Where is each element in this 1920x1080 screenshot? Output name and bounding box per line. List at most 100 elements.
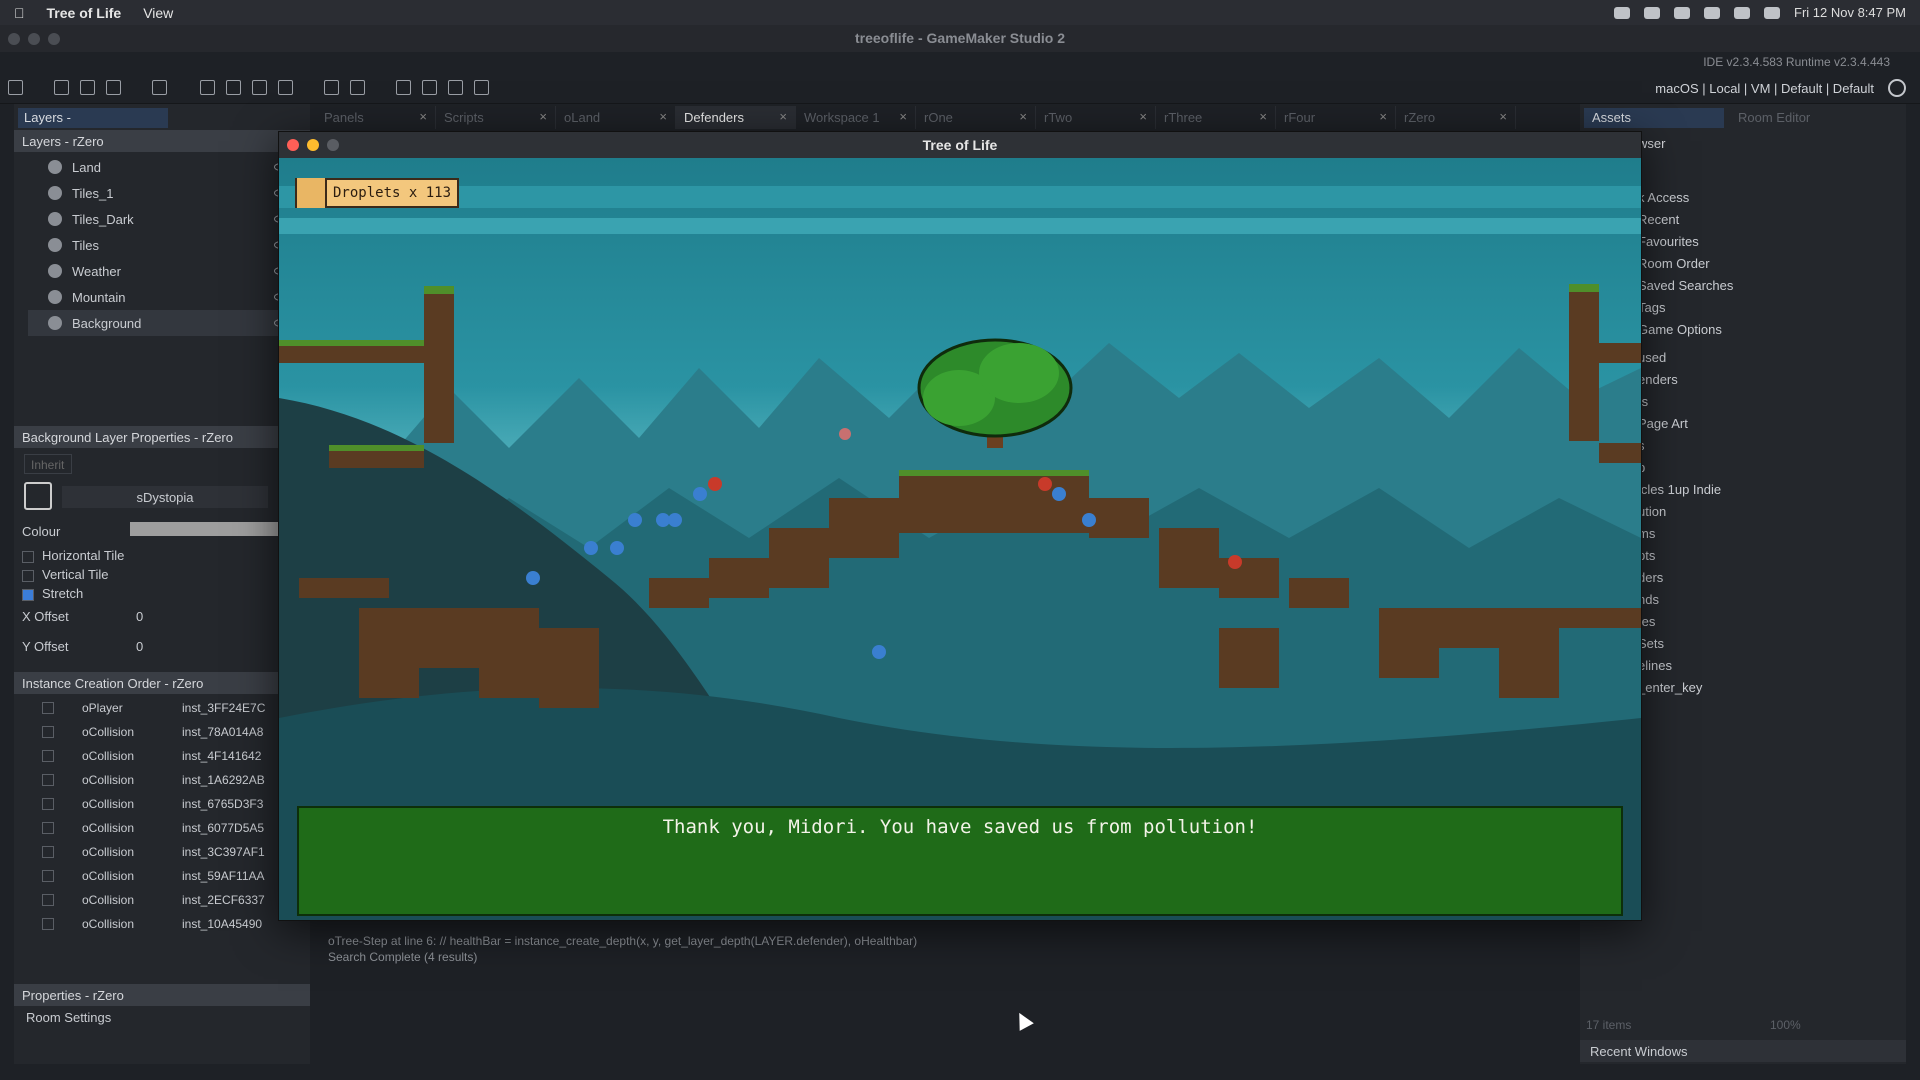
stretch-checkbox[interactable]: Stretch xyxy=(22,586,83,601)
minimize-icon[interactable] xyxy=(307,139,319,151)
instance-checkbox[interactable] xyxy=(42,894,54,906)
battery-icon[interactable] xyxy=(1764,6,1780,19)
game-scene[interactable]: Droplets x 113 Thank you, Midori. You ha… xyxy=(279,158,1641,920)
asset-item[interactable]: elines xyxy=(1638,658,1672,673)
tab-layers[interactable]: Layers - xyxy=(18,108,168,128)
game-icon[interactable] xyxy=(1674,6,1690,19)
clean-icon[interactable] xyxy=(278,80,293,95)
instance-row[interactable]: oCollision inst_59AF11AA xyxy=(42,864,302,888)
app-menu[interactable]: Tree of Life xyxy=(47,5,122,21)
view-menu[interactable]: View xyxy=(143,5,173,21)
instance-row[interactable]: oCollision inst_1A6292AB xyxy=(42,768,302,792)
close-icon[interactable]: × xyxy=(1379,109,1387,124)
instance-checkbox[interactable] xyxy=(42,798,54,810)
room-settings-header[interactable]: Room Settings xyxy=(26,1010,111,1025)
zoom-icon[interactable] xyxy=(327,139,339,151)
tab-assets[interactable]: Assets xyxy=(1584,108,1724,128)
grid-icon[interactable] xyxy=(474,80,489,95)
close-icon[interactable]: × xyxy=(659,109,667,124)
inherit-button[interactable]: Inherit xyxy=(24,454,72,474)
asset-item[interactable]: Room Order xyxy=(1638,256,1710,271)
instance-row[interactable]: oCollision inst_6077D5A5 xyxy=(42,816,302,840)
record-icon[interactable] xyxy=(1614,6,1630,19)
instance-checkbox[interactable] xyxy=(42,726,54,738)
tab-workspace-1[interactable]: Workspace 1 × xyxy=(796,106,916,129)
tab-room-editor[interactable]: Room Editor xyxy=(1738,110,1810,125)
zoom-level[interactable]: 100% xyxy=(1770,1018,1801,1032)
vertical-tile-checkbox[interactable]: Vertical Tile xyxy=(22,567,108,582)
close-icon[interactable]: × xyxy=(779,109,787,124)
asset-item[interactable]: k Access xyxy=(1638,190,1689,205)
asset-item[interactable]: Recent xyxy=(1638,212,1679,227)
open-icon[interactable] xyxy=(80,80,95,95)
sprite-preview[interactable] xyxy=(24,482,52,510)
cloud-icon[interactable] xyxy=(1644,6,1660,19)
gear-icon[interactable] xyxy=(1888,79,1906,97)
asset-item[interactable]: Page Art xyxy=(1638,416,1688,431)
stop-icon[interactable] xyxy=(252,80,267,95)
instance-row[interactable]: oCollision inst_6765D3F3 xyxy=(42,792,302,816)
zoom-reset-icon[interactable] xyxy=(422,80,437,95)
close-icon[interactable]: × xyxy=(1259,109,1267,124)
asset-item[interactable]: _enter_key xyxy=(1638,680,1702,695)
settings-icon[interactable] xyxy=(324,80,339,95)
instance-row[interactable]: oPlayer inst_3FF24E7C xyxy=(42,696,302,720)
help-icon[interactable] xyxy=(350,80,365,95)
horizontal-tile-checkbox[interactable]: Horizontal Tile xyxy=(22,548,124,563)
asset-item[interactable]: enders xyxy=(1638,372,1678,387)
instance-row[interactable]: oCollision inst_4F141642 xyxy=(42,744,302,768)
close-icon[interactable] xyxy=(8,33,20,45)
close-icon[interactable] xyxy=(287,139,299,151)
target-selector[interactable]: macOS | Local | VM | Default | Default xyxy=(1655,81,1874,96)
x-offset-field[interactable]: 0 xyxy=(136,609,143,624)
clock[interactable]: Fri 12 Nov 8:47 PM xyxy=(1794,5,1906,20)
game-window[interactable]: Tree of Life Droplets x 113 Thank you, M… xyxy=(278,131,1642,921)
save-icon[interactable] xyxy=(106,80,121,95)
instance-checkbox[interactable] xyxy=(42,846,54,858)
recent-windows[interactable]: Recent Windows xyxy=(1580,1040,1906,1062)
y-offset-field[interactable]: 0 xyxy=(136,639,143,654)
instance-checkbox[interactable] xyxy=(42,918,54,930)
asset-item[interactable]: Game Options xyxy=(1638,322,1722,337)
instance-checkbox[interactable] xyxy=(42,822,54,834)
layer-weather[interactable]: Weather xyxy=(28,258,288,284)
tab-scripts[interactable]: Scripts × xyxy=(436,106,556,129)
close-icon[interactable]: × xyxy=(1019,109,1027,124)
tab-rtwo[interactable]: rTwo × xyxy=(1036,106,1156,129)
asset-item[interactable]: icles 1up Indie xyxy=(1638,482,1721,497)
debug-icon[interactable] xyxy=(200,80,215,95)
instance-row[interactable]: oCollision inst_10A45490 xyxy=(42,912,302,936)
zoom-icon[interactable] xyxy=(48,33,60,45)
layer-land[interactable]: Land xyxy=(28,154,288,180)
asset-item[interactable]: Saved Searches xyxy=(1638,278,1733,293)
instance-row[interactable]: oCollision inst_78A014A8 xyxy=(42,720,302,744)
zoom-in-icon[interactable] xyxy=(448,80,463,95)
close-icon[interactable]: × xyxy=(1499,109,1507,124)
instance-row[interactable]: oCollision inst_3C397AF1 xyxy=(42,840,302,864)
run-icon[interactable] xyxy=(226,80,241,95)
instance-checkbox[interactable] xyxy=(42,870,54,882)
tab-oland[interactable]: oLand × xyxy=(556,106,676,129)
instance-checkbox[interactable] xyxy=(42,750,54,762)
layer-tiles-1[interactable]: Tiles_1 xyxy=(28,180,288,206)
tab-rthree[interactable]: rThree × xyxy=(1156,106,1276,129)
asset-item[interactable]: used xyxy=(1638,350,1666,365)
tab-rfour[interactable]: rFour × xyxy=(1276,106,1396,129)
close-icon[interactable]: × xyxy=(419,109,427,124)
close-icon[interactable]: × xyxy=(539,109,547,124)
tab-rzero[interactable]: rZero × xyxy=(1396,106,1516,129)
wifi-icon[interactable] xyxy=(1704,6,1720,19)
tab-panels[interactable]: Panels × xyxy=(316,106,436,129)
instance-checkbox[interactable] xyxy=(42,774,54,786)
layer-background[interactable]: Background xyxy=(28,310,288,336)
sprite-selector[interactable]: sDystopia xyxy=(62,486,268,508)
layer-tiles[interactable]: Tiles xyxy=(28,232,288,258)
apple-icon[interactable]:  xyxy=(14,5,25,21)
instance-checkbox[interactable] xyxy=(42,702,54,714)
new-file-icon[interactable] xyxy=(54,80,69,95)
bluetooth-icon[interactable] xyxy=(1734,6,1750,19)
layer-mountain[interactable]: Mountain xyxy=(28,284,288,310)
asset-item[interactable]: ution xyxy=(1638,504,1666,519)
home-icon[interactable] xyxy=(8,80,23,95)
tab-defenders[interactable]: Defenders × xyxy=(676,106,796,129)
